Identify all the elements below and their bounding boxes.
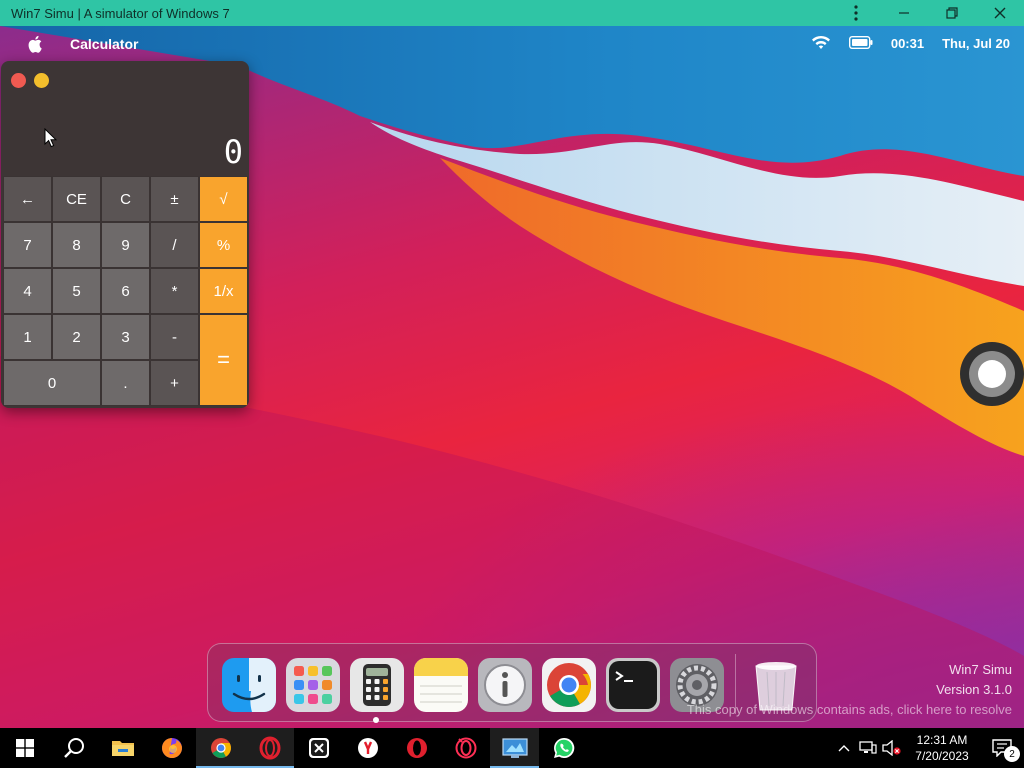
digit-1-key[interactable]: 1 bbox=[3, 314, 52, 360]
chevron-up-icon[interactable] bbox=[832, 744, 856, 752]
menu-bar-status: 00:31 Thu, Jul 20 bbox=[811, 26, 1010, 61]
notification-count-badge: 2 bbox=[1004, 746, 1020, 762]
info-icon[interactable] bbox=[478, 658, 532, 712]
reciprocal-key[interactable]: 1/x bbox=[199, 268, 248, 314]
running-indicator bbox=[373, 717, 379, 723]
digit-4-key[interactable]: 4 bbox=[3, 268, 52, 314]
digit-7-key[interactable]: 7 bbox=[3, 222, 52, 268]
file-explorer-icon[interactable] bbox=[98, 728, 147, 768]
floating-assist-button[interactable] bbox=[960, 342, 1024, 406]
host-title-bar: Win7 Simu | A simulator of Windows 7 bbox=[0, 0, 1024, 26]
calculator-icon[interactable] bbox=[350, 658, 404, 712]
opera-gx-icon[interactable] bbox=[441, 728, 490, 768]
watermark-name: Win7 Simu bbox=[949, 662, 1012, 677]
digit-0-key[interactable]: 0 bbox=[3, 360, 101, 406]
network-icon[interactable] bbox=[856, 741, 880, 755]
close-icon[interactable] bbox=[976, 0, 1024, 26]
digit-5-key[interactable]: 5 bbox=[52, 268, 101, 314]
taskbar: 12:31 AM 7/20/2023 2 bbox=[0, 728, 1024, 768]
apple-icon[interactable] bbox=[0, 35, 70, 53]
digit-2-key[interactable]: 2 bbox=[52, 314, 101, 360]
yandex-icon[interactable] bbox=[343, 728, 392, 768]
host-window-title: Win7 Simu | A simulator of Windows 7 bbox=[11, 5, 230, 21]
chrome-icon[interactable] bbox=[196, 728, 245, 768]
menu-bar-date[interactable]: Thu, Jul 20 bbox=[942, 36, 1010, 51]
opera-icon[interactable] bbox=[245, 728, 294, 768]
notes-icon[interactable] bbox=[414, 658, 468, 712]
menu-bar-time[interactable]: 00:31 bbox=[891, 36, 924, 51]
decimal-key[interactable]: . bbox=[101, 360, 150, 406]
desktop-wallpaper[interactable]: Calculator 00:31 Thu, Jul 20 0 ← CE C ± … bbox=[0, 26, 1024, 728]
search-icon[interactable] bbox=[49, 728, 98, 768]
battery-icon[interactable] bbox=[848, 35, 873, 52]
negate-key[interactable]: ± bbox=[150, 176, 199, 222]
calculator-window[interactable]: 0 ← CE C ± √ 7 8 9 / % 4 5 6 * 1/x 1 2 3… bbox=[1, 61, 249, 408]
percent-key[interactable]: % bbox=[199, 222, 248, 268]
windows-start-icon[interactable] bbox=[0, 728, 49, 768]
xbrowser-icon[interactable] bbox=[294, 728, 343, 768]
notification-center-icon[interactable]: 2 bbox=[980, 728, 1024, 768]
watermark-version: Version 3.1.0 bbox=[936, 682, 1012, 697]
terminal-icon[interactable] bbox=[606, 658, 660, 712]
calculator-keypad: ← CE C ± √ 7 8 9 / % 4 5 6 * 1/x 1 2 3 -… bbox=[3, 176, 248, 407]
mac-menu-bar: Calculator 00:31 Thu, Jul 20 bbox=[0, 26, 1024, 61]
digit-8-key[interactable]: 8 bbox=[52, 222, 101, 268]
minimize-window-button[interactable] bbox=[34, 73, 49, 88]
digit-3-key[interactable]: 3 bbox=[101, 314, 150, 360]
ads-notice-link[interactable]: This copy of Windows contains ads, click… bbox=[687, 700, 1012, 720]
volume-muted-icon[interactable] bbox=[880, 740, 904, 756]
whatsapp-icon[interactable] bbox=[539, 728, 588, 768]
chrome-icon[interactable] bbox=[542, 658, 596, 712]
subtract-key[interactable]: - bbox=[150, 314, 199, 360]
digit-9-key[interactable]: 9 bbox=[101, 222, 150, 268]
clock-time: 12:31 AM bbox=[916, 733, 968, 747]
clear-entry-key[interactable]: CE bbox=[52, 176, 101, 222]
wifi-icon[interactable] bbox=[811, 35, 831, 53]
taskbar-clock[interactable]: 12:31 AM 7/20/2023 bbox=[904, 732, 980, 764]
digit-6-key[interactable]: 6 bbox=[101, 268, 150, 314]
clock-date: 7/20/2023 bbox=[915, 749, 969, 763]
finder-icon[interactable] bbox=[222, 658, 276, 712]
multiply-key[interactable]: * bbox=[150, 268, 199, 314]
opera-red-icon[interactable] bbox=[392, 728, 441, 768]
more-vertical-icon[interactable] bbox=[832, 0, 880, 26]
launchpad-icon[interactable] bbox=[286, 658, 340, 712]
add-key[interactable]: + bbox=[150, 360, 199, 406]
minimize-icon[interactable] bbox=[880, 0, 928, 26]
equals-key[interactable]: = bbox=[199, 314, 248, 406]
active-app-name[interactable]: Calculator bbox=[70, 36, 138, 52]
backspace-key[interactable]: ← bbox=[3, 176, 52, 222]
firefox-icon[interactable] bbox=[147, 728, 196, 768]
calculator-display: 0 bbox=[223, 133, 243, 171]
divide-key[interactable]: / bbox=[150, 222, 199, 268]
close-window-button[interactable] bbox=[11, 73, 26, 88]
activation-watermark[interactable]: Win7 Simu Version 3.1.0 This copy of Win… bbox=[687, 660, 1012, 720]
sqrt-key[interactable]: √ bbox=[199, 176, 248, 222]
clear-key[interactable]: C bbox=[101, 176, 150, 222]
mouse-cursor-icon bbox=[44, 127, 58, 153]
restore-icon[interactable] bbox=[928, 0, 976, 26]
control-panel-icon[interactable] bbox=[490, 728, 539, 768]
system-tray: 12:31 AM 7/20/2023 2 bbox=[832, 728, 1024, 768]
